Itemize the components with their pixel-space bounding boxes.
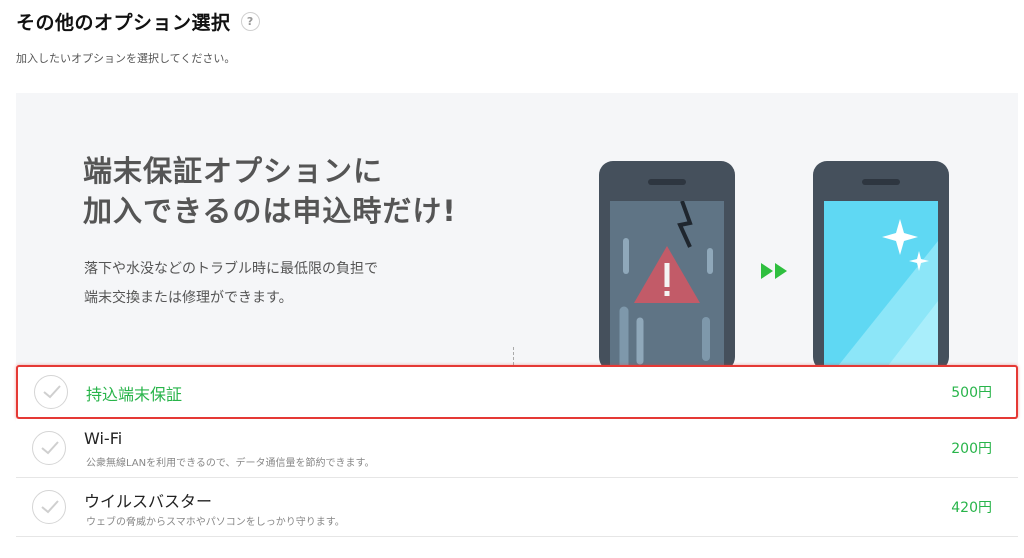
- banner-description-line-1: 落下や水没などのトラブル時に最低限の負担で: [84, 261, 378, 277]
- broken-phone-warning-icon: [599, 161, 735, 365]
- check-icon[interactable]: [32, 431, 66, 465]
- option-device-warranty[interactable]: 持込端末保証 500円: [16, 365, 1018, 419]
- banner-headline: 端末保証オプションに 加入できるのは申込時だけ!: [83, 151, 457, 231]
- broken-phone-screen: [610, 201, 724, 365]
- warning-icon: [610, 201, 724, 365]
- option-list: 持込端末保証 500円 Wi-Fi 公衆無線LANを利用できるので、データ通信量…: [16, 365, 1018, 537]
- check-icon[interactable]: [34, 375, 68, 409]
- banner-description: 落下や水没などのトラブル時に最低限の負担で 端末交換または修理ができます。: [84, 255, 378, 313]
- page-subtitle: 加入したいオプションを選択してください。: [16, 52, 236, 65]
- promo-banner: 端末保証オプションに 加入できるのは申込時だけ! 落下や水没などのトラブル時に最…: [16, 93, 1018, 365]
- help-icon[interactable]: ?: [240, 12, 260, 31]
- option-price: 200円: [951, 441, 992, 457]
- option-price: 420円: [951, 500, 992, 516]
- banner-description-line-2: 端末交換または修理ができます。: [84, 290, 293, 306]
- double-arrow-right-icon: [761, 263, 787, 279]
- option-name: 持込端末保証: [86, 385, 183, 404]
- sparkle-icon: [824, 201, 938, 365]
- phone-speaker: [648, 179, 686, 185]
- check-icon[interactable]: [32, 490, 66, 524]
- option-description: 公衆無線LANを利用できるので、データ通信量を節約できます。: [86, 458, 375, 469]
- phone-speaker: [862, 179, 900, 185]
- banner-headline-line-1: 端末保証オプションに: [83, 154, 384, 188]
- option-wifi[interactable]: Wi-Fi 公衆無線LANを利用できるので、データ通信量を節約できます。 200…: [16, 419, 1018, 478]
- title-row: その他のオプション選択 ?: [16, 8, 260, 35]
- option-name: Wi-Fi: [84, 429, 123, 448]
- dashed-divider: [513, 347, 514, 365]
- good-phone-screen: [824, 201, 938, 365]
- option-virusbuster[interactable]: ウイルスバスター ウェブの脅威からスマホやパソコンをしっかり守ります。 420円: [16, 478, 1018, 537]
- page-title: その他のオプション選択: [16, 12, 231, 34]
- option-name: ウイルスバスター: [84, 492, 213, 511]
- option-price: 500円: [951, 385, 992, 401]
- sparkling-phone-icon: [813, 161, 949, 365]
- banner-headline-line-2: 加入できるのは申込時だけ!: [83, 194, 457, 228]
- option-description: ウェブの脅威からスマホやパソコンをしっかり守ります。: [86, 517, 345, 528]
